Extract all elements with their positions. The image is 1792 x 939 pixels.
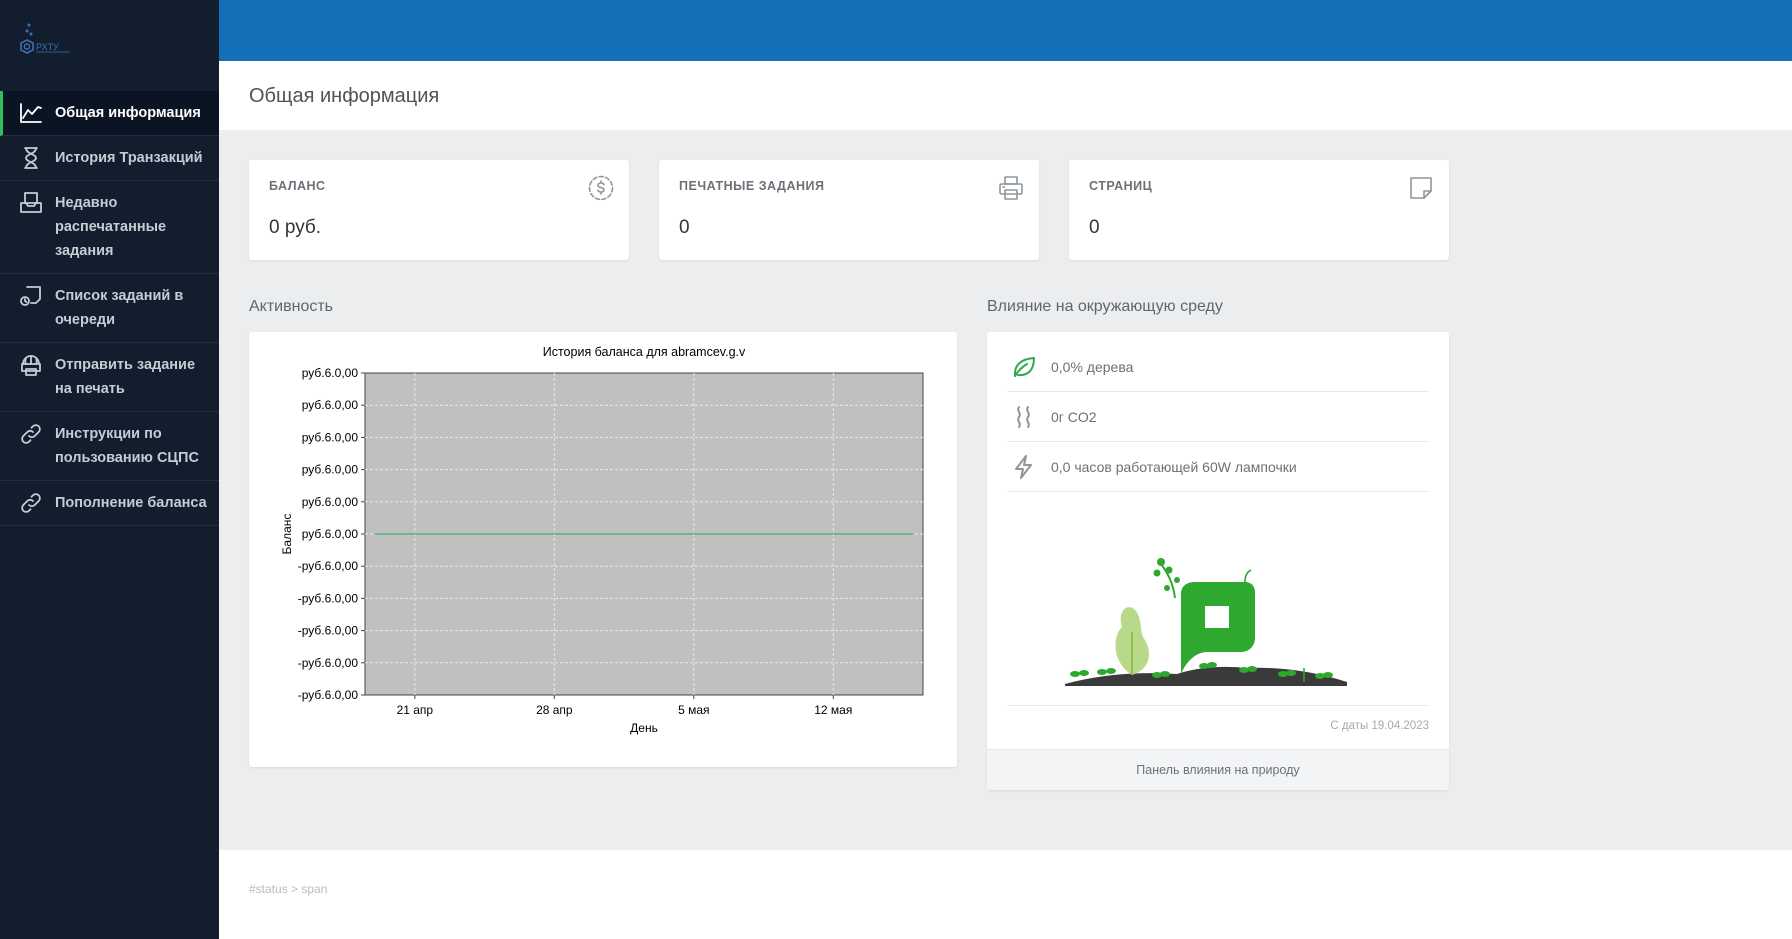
pages-label: СТРАНИЦ [1089, 179, 1153, 193]
queue-icon [18, 284, 44, 308]
balance-value: 0 руб. [269, 217, 322, 238]
print-jobs-value: 0 [679, 217, 690, 238]
dollar-circle-icon [587, 174, 615, 202]
logo[interactable]: РХТУ [16, 20, 76, 64]
chart-y-tick-label: руб.6.0,00 [302, 366, 359, 380]
env-row-trees: 0,0% дерева [1007, 342, 1429, 392]
env-energy-text: 0,0 часов работающей 60W лампочки [1051, 458, 1297, 475]
chart-x-axis-label: День [630, 721, 658, 735]
chart-x-tick-label: 21 апр [397, 703, 434, 717]
chart-y-tick-label: руб.6.0,00 [302, 495, 359, 509]
balance-history-chart: История баланса для abramcev.g.v руб.6.0,… [280, 345, 924, 735]
link-icon [18, 491, 44, 515]
sidebar-item-label: Общая информация [55, 105, 201, 121]
sidebar-item-label: История Транзакций [55, 150, 203, 166]
pages-card: СТРАНИЦ 0 [1069, 160, 1449, 260]
papercut-plant-illustration [1065, 558, 1347, 686]
sidebar-item-label: Список заданий в очереди [55, 288, 184, 328]
page-title: Общая информация [249, 85, 440, 107]
sidebar-item-recent-jobs[interactable]: Недавно распечатанные задания [0, 181, 219, 274]
environmental-impact-card: 0,0% дерева 0г CO2 0,0 часов работающей … [987, 332, 1449, 790]
environment-title: Влияние на окружающую среду [987, 298, 1223, 315]
chart-y-tick-label: руб.6.0,00 [302, 398, 359, 412]
co2-icon [1009, 402, 1039, 432]
chart-x-tick-label: 5 мая [678, 703, 709, 717]
web-print-icon [18, 353, 44, 377]
activity-title: Активность [249, 298, 334, 315]
status-text: #status > span [249, 882, 328, 896]
sidebar-item-label: Отправить задание на печать [55, 357, 196, 397]
chart-y-tick-label: -руб.6.0,00 [298, 624, 359, 638]
print-jobs-label: ПЕЧАТНЫЕ ЗАДАНИЯ [679, 179, 825, 193]
env-trees-text: 0,0% дерева [1051, 358, 1134, 375]
sidebar-item-top-up[interactable]: Пополнение баланса [0, 481, 219, 526]
bolt-icon [1009, 452, 1039, 482]
activity-chart-card: История баланса для abramcev.g.v руб.6.0,… [249, 332, 957, 767]
inbox-icon [18, 191, 44, 215]
sidebar-item-label: Инструкции по пользованию СЦПС [55, 426, 199, 466]
balance-label: БАЛАНС [269, 179, 326, 193]
sidebar-item-label: Пополнение баланса [55, 495, 207, 511]
sidebar-item-summary[interactable]: Общая информация [0, 91, 219, 136]
page-header: Общая информация [219, 61, 1792, 130]
sidebar-item-web-print[interactable]: Отправить задание на печать [0, 343, 219, 412]
chart-y-tick-label: -руб.6.0,00 [298, 559, 359, 573]
link-icon [18, 422, 44, 446]
env-dashboard-link[interactable]: Панель влияния на природу [987, 749, 1449, 790]
logo-text: РХТУ [36, 42, 59, 52]
chart-y-tick-label: руб.6.0,00 [302, 430, 359, 444]
page-footer: #status > span [219, 850, 1792, 939]
sidebar-nav: Общая информация История Транзакций Неда… [0, 91, 219, 526]
sidebar-item-transactions[interactable]: История Транзакций [0, 136, 219, 181]
sidebar-item-label: Недавно распечатанные задания [55, 195, 167, 259]
chart-x-tick-label: 12 мая [814, 703, 852, 717]
env-since-date: С даты 19.04.2023 [1330, 720, 1429, 732]
env-divider [1007, 705, 1429, 706]
chart-y-tick-label: -руб.6.0,00 [298, 656, 359, 670]
printer-icon [997, 174, 1025, 202]
logo-icon: РХТУ [20, 23, 70, 54]
sidebar-item-instructions[interactable]: Инструкции по пользованию СЦПС [0, 412, 219, 481]
env-row-co2: 0г CO2 [1007, 392, 1429, 442]
sidebar-item-job-queue[interactable]: Список заданий в очереди [0, 274, 219, 343]
chart-x-tick-label: 28 апр [536, 703, 573, 717]
leaf-icon [1009, 352, 1039, 382]
hourglass-icon [18, 146, 44, 170]
pages-value: 0 [1089, 217, 1100, 238]
chart-y-axis-label: Баланс [280, 514, 294, 555]
balance-card: БАЛАНС 0 руб. [249, 160, 629, 260]
page-icon [1407, 174, 1435, 202]
chart-y-tick-label: -руб.6.0,00 [298, 688, 359, 702]
chart-title: История баланса для abramcev.g.v [543, 345, 746, 359]
chart-y-tick-label: -руб.6.0,00 [298, 591, 359, 605]
env-co2-text: 0г CO2 [1051, 408, 1097, 425]
chart-line-icon [18, 101, 44, 125]
chart-y-tick-label: руб.6.0,00 [302, 527, 359, 541]
print-jobs-card: ПЕЧАТНЫЕ ЗАДАНИЯ 0 [659, 160, 1039, 260]
env-row-energy: 0,0 часов работающей 60W лампочки [1007, 442, 1429, 492]
chart-y-tick-label: руб.6.0,00 [302, 463, 359, 477]
top-bar [219, 0, 1792, 61]
sidebar: РХТУ Общая информация История Транзакций… [0, 0, 219, 939]
